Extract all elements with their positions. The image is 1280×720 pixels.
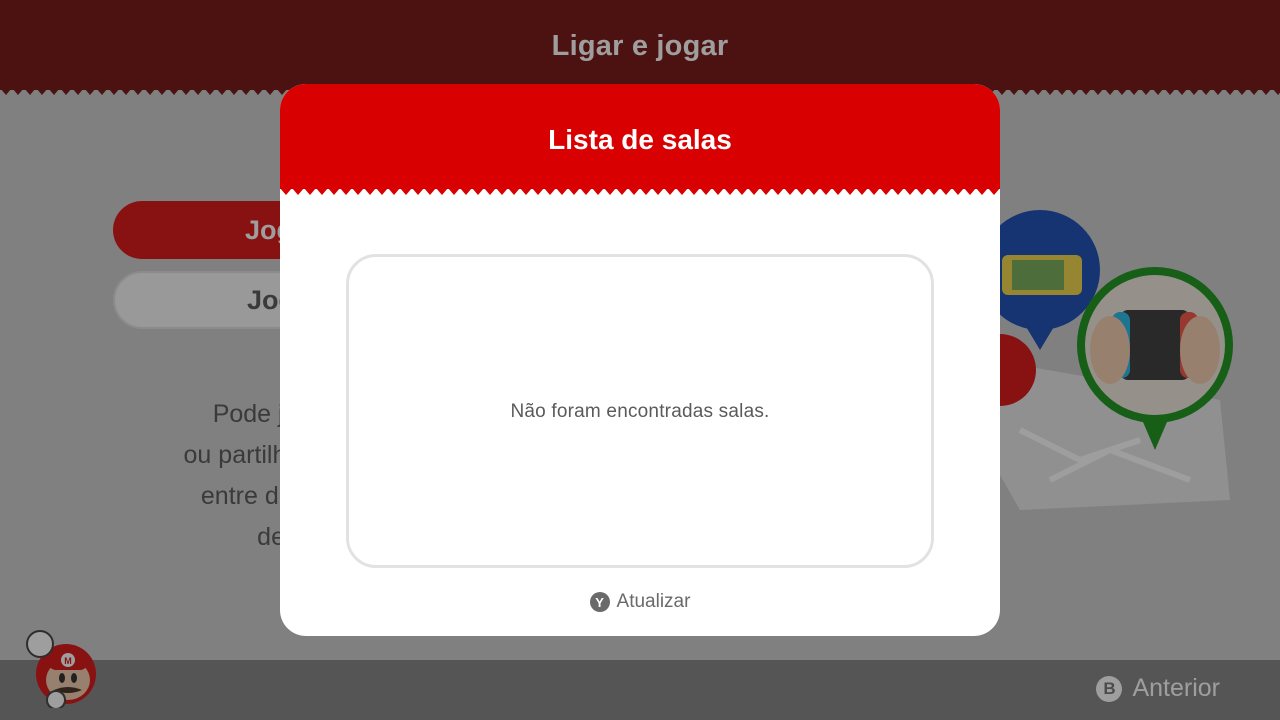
room-list-box: Não foram encontradas salas. bbox=[346, 254, 934, 568]
room-list-modal: Lista de salas Não foram encontradas sal… bbox=[280, 84, 1000, 636]
y-button-icon: Y bbox=[589, 592, 610, 612]
refresh-label: Atualizar bbox=[616, 591, 691, 612]
modal-title: Lista de salas bbox=[548, 124, 732, 155]
refresh-button[interactable]: Y Atualizar bbox=[280, 591, 1000, 613]
empty-state-message: Não foram encontradas salas. bbox=[510, 401, 770, 422]
